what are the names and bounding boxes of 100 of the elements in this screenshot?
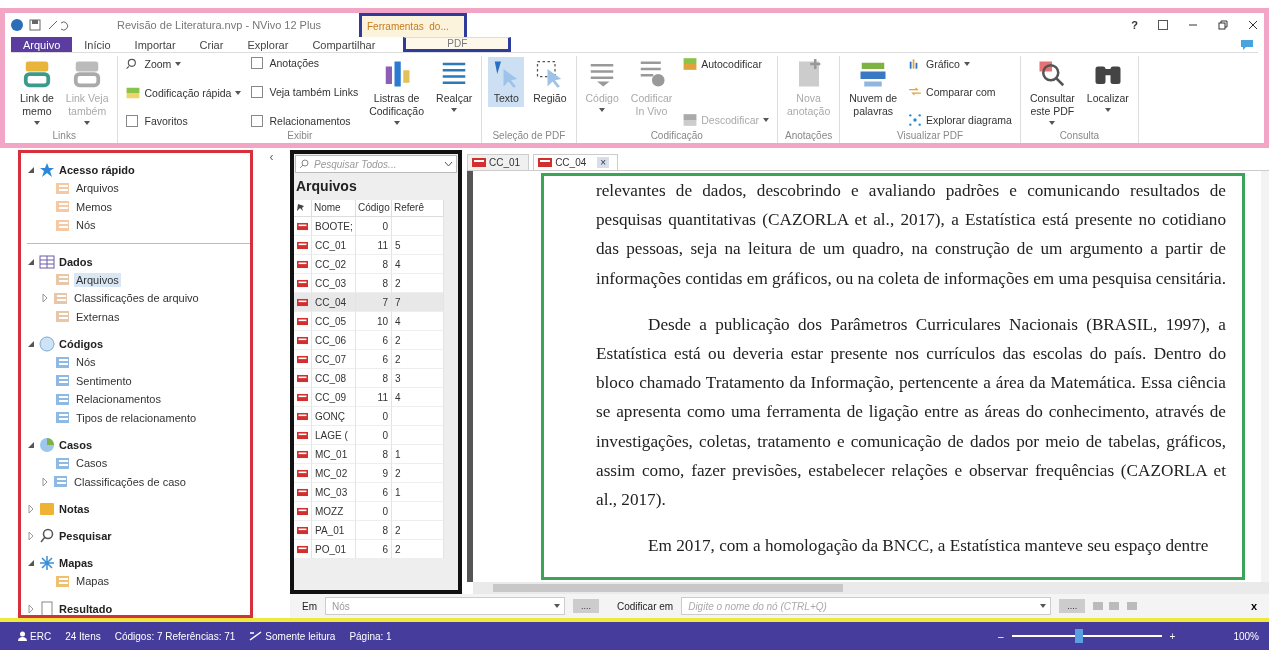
folder-icon	[55, 218, 70, 232]
ribbon-tab[interactable]: PDF	[403, 37, 512, 52]
browse-button[interactable]: ....	[573, 599, 599, 613]
checkbox[interactable]	[251, 115, 264, 127]
expanded-arrow-icon[interactable]	[27, 166, 35, 174]
expanded-arrow-icon[interactable]	[27, 340, 35, 348]
file-name[interactable]: CC_02	[312, 255, 356, 274]
nav-item[interactable]: Arquivos	[74, 272, 121, 287]
section-label[interactable]: Resultado	[59, 602, 113, 615]
file-name[interactable]: PO_01	[312, 540, 356, 559]
ribbon-button[interactable]: Região	[530, 57, 570, 107]
nav-item[interactable]: Classificações de caso	[72, 474, 188, 489]
scrollbar[interactable]	[1261, 171, 1269, 582]
file-name[interactable]: BOOTE;	[312, 217, 356, 236]
checkbox[interactable]	[126, 115, 139, 127]
collapsed-arrow-icon[interactable]	[27, 532, 35, 540]
ribbon-button[interactable]: Codificação rápida	[124, 86, 244, 100]
nav-item[interactable]: Sentimento	[74, 373, 134, 388]
file-name[interactable]: CC_01	[312, 236, 356, 255]
ribbon-button[interactable]: Link de memo	[17, 57, 57, 127]
document-tab[interactable]: CC_01	[467, 154, 530, 170]
nav-item[interactable]: Nós	[74, 218, 98, 233]
scrollbar[interactable]	[473, 582, 1269, 594]
text-input[interactable]: Digite o nome do nó (CTRL+Q)	[686, 599, 1015, 613]
collapse-arrow[interactable]: ‹	[253, 150, 290, 618]
ribbon-button[interactable]: Autocodificar	[681, 57, 771, 71]
button-label: Link de memo	[20, 92, 54, 118]
file-name[interactable]: PA_01	[312, 521, 356, 540]
close-icon[interactable]	[1248, 20, 1258, 30]
ribbon-button[interactable]: Explorar diagrama	[906, 113, 1014, 127]
nav-item[interactable]: Mapas	[74, 574, 112, 589]
expanded-arrow-icon[interactable]	[27, 441, 35, 449]
zoom-in-button[interactable]: +	[1169, 630, 1176, 642]
document-tab[interactable]: CC_04 ×	[533, 154, 619, 170]
file-name[interactable]: LAGE (	[312, 426, 356, 445]
section-label[interactable]: Dados	[59, 255, 93, 268]
file-name[interactable]: CC_04	[312, 293, 356, 312]
group-label: Visualizar PDF	[896, 130, 965, 143]
ribbon-tab[interactable]: Início	[72, 37, 123, 52]
file-name[interactable]: CC_08	[312, 369, 356, 388]
ribbon-button[interactable]: Listras de Codificação	[366, 57, 428, 127]
file-name[interactable]: MC_02	[312, 464, 356, 483]
section-label[interactable]: Notas	[59, 503, 90, 515]
ribbon-button[interactable]: Nuvem de palavras	[846, 57, 901, 120]
expanded-arrow-icon[interactable]	[27, 559, 35, 567]
checkbox[interactable]	[251, 86, 264, 98]
file-name[interactable]: CC_05	[312, 312, 356, 331]
ribbon-button[interactable]: Realçar	[433, 57, 476, 114]
help-button[interactable]: ?	[1131, 19, 1138, 31]
input-field[interactable]: Digite o nome do nó (CTRL+Q)	[681, 597, 1052, 615]
zoom-out-button[interactable]: –	[998, 630, 1004, 642]
search-input[interactable]: Pesquisar Todos...	[312, 157, 426, 171]
section-label[interactable]: Mapas	[59, 557, 94, 569]
file-name[interactable]: CC_09	[312, 388, 356, 407]
nav-item[interactable]: Externas	[74, 309, 122, 324]
ribbon-button[interactable]: Zoom	[124, 57, 244, 71]
ribbon-button[interactable]: Gráfico	[906, 57, 1014, 71]
restore-icon[interactable]	[1218, 20, 1228, 30]
nav-item[interactable]: Nós	[74, 355, 98, 370]
ribbon-button[interactable]: Texto	[488, 57, 525, 107]
ribbon-tab[interactable]: Importar	[122, 37, 188, 52]
save-icon[interactable]	[29, 19, 41, 31]
section-label[interactable]: Casos	[59, 439, 93, 451]
ribbon-tab[interactable]: Compartilhar	[300, 37, 388, 52]
expanded-arrow-icon[interactable]	[27, 257, 35, 266]
section-label[interactable]: Acesso rápido	[59, 164, 135, 176]
checkbox[interactable]	[251, 57, 264, 69]
file-name[interactable]: MC_01	[312, 445, 356, 464]
ribbon-tab[interactable]: Criar	[187, 37, 236, 52]
file-name[interactable]: CC_06	[312, 331, 356, 350]
nav-item[interactable]: Classificações de arquivo	[72, 291, 201, 306]
ribbon-tab[interactable]: Arquivo	[11, 37, 73, 52]
browse-button[interactable]: ....	[1059, 599, 1086, 613]
collapsed-arrow-icon[interactable]	[41, 477, 49, 486]
slider-thumb[interactable]	[1075, 629, 1084, 643]
ribbon-button[interactable]: Consultar este PDF	[1026, 57, 1078, 127]
file-name[interactable]: MC_03	[312, 483, 356, 502]
nav-item[interactable]: Casos	[74, 456, 110, 471]
collapsed-arrow-icon[interactable]	[27, 505, 35, 513]
file-name[interactable]: CC_03	[312, 274, 356, 293]
file-name[interactable]: CC_07	[312, 350, 356, 369]
nav-item[interactable]: Arquivos	[74, 181, 121, 196]
nav-item[interactable]: Memos	[74, 199, 115, 214]
ribbon-options-icon[interactable]	[1158, 20, 1168, 30]
collapsed-arrow-icon[interactable]	[41, 294, 49, 303]
section-label[interactable]: Códigos	[59, 338, 103, 350]
undo-icon[interactable]	[47, 19, 69, 31]
file-name[interactable]: GONÇ	[312, 407, 356, 426]
file-name[interactable]: MOZZ	[312, 502, 356, 521]
comment-icon[interactable]	[1240, 38, 1254, 51]
close-tab-button[interactable]: ×	[597, 157, 610, 168]
nav-item[interactable]: Relacionamentos	[74, 392, 163, 407]
ribbon-tab[interactable]: Explorar	[235, 37, 301, 52]
nav-item[interactable]: Tipos de relacionamento	[74, 410, 199, 425]
ribbon-button[interactable]: Comparar com	[906, 85, 1014, 99]
search-field[interactable]: Pesquisar Todos...	[295, 155, 457, 173]
section-label[interactable]: Pesquisar	[59, 530, 112, 542]
collapsed-arrow-icon[interactable]	[27, 604, 35, 613]
close-button[interactable]: x	[1244, 599, 1263, 613]
ribbon-button[interactable]: Localizar	[1083, 57, 1132, 114]
